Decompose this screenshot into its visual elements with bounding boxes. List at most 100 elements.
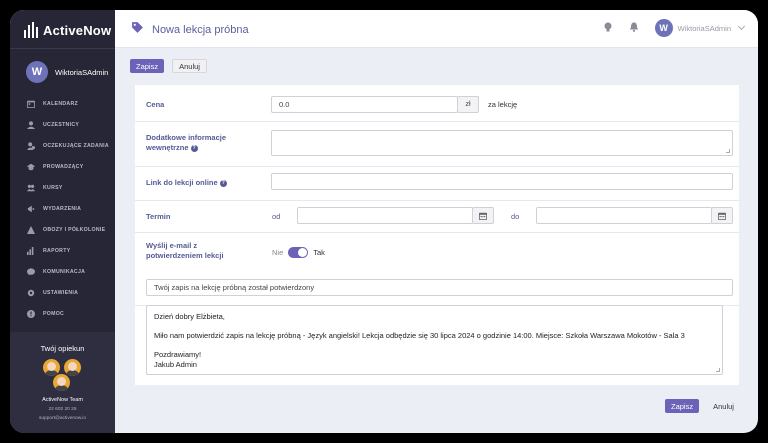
internal-info-textarea[interactable]: [271, 130, 733, 156]
online-link-input[interactable]: [271, 173, 733, 190]
resize-handle[interactable]: [726, 149, 730, 153]
form-row-email-subject: Twój zapis na lekcję próbną został potwi…: [135, 271, 739, 306]
sidebar-item-calendar[interactable]: KALENDARZ: [10, 93, 115, 114]
switch-knob: [298, 248, 308, 257]
sidebar-item-settings[interactable]: USTAWIENIA: [10, 282, 115, 303]
team-member-photo: [63, 359, 81, 376]
sidebar-item-communication[interactable]: KOMUNIKACJA: [10, 261, 115, 282]
send-email-label: Wyślij e-mail z potwierdzeniem lekcji: [146, 241, 224, 261]
price-label: Cena: [146, 100, 165, 109]
user-name: WiktoriaSAdmin: [55, 67, 109, 77]
email-signature: Jakub Admin: [154, 359, 197, 369]
bar-chart-icon: [27, 246, 35, 255]
send-email-toggle: Nie Tak: [272, 247, 325, 258]
online-link-label-text: Link do lekcji online: [146, 178, 218, 187]
save-button[interactable]: Zapisz: [130, 59, 165, 73]
calendar-button[interactable]: [472, 207, 494, 224]
top-toolbar: Zapisz Anuluj: [130, 59, 207, 73]
sidebar-nav: KALENDARZ UCZESTNICY OCZEKUJĄCE ZADANIA …: [10, 93, 115, 324]
account-manager-panel: Twój opiekun ActiveNow Team 22 602 20 25…: [10, 332, 115, 433]
email-closing: Pozdrawiamy!: [154, 350, 202, 360]
price-suffix: za lekcję: [488, 100, 518, 109]
header-user-name: WiktoriaSAdmin: [677, 23, 731, 33]
footer-save-button[interactable]: Zapisz: [665, 399, 700, 413]
gear-icon: [27, 289, 35, 297]
header-user-menu[interactable]: W WiktoriaSAdmin: [654, 19, 746, 37]
tag-icon: [131, 21, 144, 39]
send-email-switch[interactable]: [288, 247, 309, 258]
toggle-off-label: Nie: [272, 248, 284, 257]
device-frame: ActiveNow W WiktoriaSAdmin KALENDARZ UCZ…: [0, 0, 768, 443]
send-email-label-line1: Wyślij e-mail z: [146, 241, 198, 250]
sidebar-item-courses[interactable]: KURSY: [10, 177, 115, 198]
calendar-icon: [479, 212, 487, 220]
sidebar-divider: [10, 48, 115, 49]
calendar-icon: [27, 100, 35, 108]
sidebar-item-label: POMOC: [43, 310, 65, 317]
currency-addon: zł: [457, 96, 479, 113]
internal-info-label: Dodatkowe informacje wewnętrzne ?: [146, 133, 226, 153]
megaphone-icon: [27, 205, 35, 213]
graduation-cap-icon: [27, 163, 35, 171]
term-to-label: do: [511, 212, 520, 221]
calendar-icon: [718, 212, 726, 220]
help-icon[interactable]: ?: [219, 179, 227, 187]
footer-cancel-button[interactable]: Anuluj: [707, 399, 740, 413]
bell-icon[interactable]: [629, 19, 639, 37]
term-to-input[interactable]: [536, 207, 712, 224]
form-row-term: Termin od do: [135, 201, 739, 233]
cancel-button[interactable]: Anuluj: [172, 59, 207, 73]
sidebar-item-camps[interactable]: OBOZY I PÓŁKOLONIE: [10, 219, 115, 240]
sidebar-item-events[interactable]: WYDARZENIA: [10, 198, 115, 219]
help-icon[interactable]: ?: [190, 144, 198, 152]
sidebar-item-label: KALENDARZ: [43, 100, 78, 107]
app-logo[interactable]: ActiveNow: [24, 22, 111, 38]
email-message: Miło nam potwierdzić zapis na lekcję pró…: [154, 331, 685, 341]
term-from-label: od: [272, 212, 281, 221]
lightbulb-icon[interactable]: [603, 19, 613, 37]
help-circle-icon: [27, 309, 35, 318]
team-name: ActiveNow Team: [42, 397, 83, 403]
internal-info-label-line1: Dodatkowe informacje: [146, 133, 227, 142]
team-email[interactable]: support@activenow.io: [10, 416, 115, 421]
user-clock-icon: [27, 141, 35, 150]
sidebar-item-label: KOMUNIKACJA: [43, 268, 86, 275]
email-subject-input[interactable]: Twój zapis na lekcję próbną został potwi…: [146, 279, 733, 296]
form-row-price: Cena 0.0 zł za lekcję: [135, 85, 739, 122]
app-name: ActiveNow: [43, 22, 112, 38]
term-from-input[interactable]: [297, 207, 473, 224]
sidebar-user[interactable]: W WiktoriaSAdmin: [26, 61, 108, 83]
sidebar-item-label: OCZEKUJĄCE ZADANIA: [43, 142, 109, 149]
sidebar-item-participants[interactable]: UCZESTNICY: [10, 114, 115, 135]
sidebar-item-instructors[interactable]: PROWADZĄCY: [10, 156, 115, 177]
sidebar-item-help[interactable]: POMOC: [10, 303, 115, 324]
team-phone[interactable]: 22 602 20 25: [10, 407, 115, 412]
sidebar: ActiveNow W WiktoriaSAdmin KALENDARZ UCZ…: [10, 10, 115, 433]
email-greeting: Dzień dobry Elżbieta,: [154, 312, 225, 321]
price-input[interactable]: 0.0: [271, 96, 458, 113]
calendar-button[interactable]: [711, 207, 733, 224]
chevron-down-icon: [737, 22, 746, 31]
users-icon: [27, 184, 35, 192]
tent-icon: [27, 225, 35, 234]
form-row-online-link: Link do lekcji online ?: [135, 167, 739, 201]
user-icon: [27, 120, 35, 129]
online-link-label: Link do lekcji online ?: [146, 178, 227, 188]
email-body-textarea[interactable]: Dzień dobry Elżbieta, Miło nam potwierdz…: [146, 305, 723, 375]
sidebar-item-label: OBOZY I PÓŁKOLONIE: [43, 226, 106, 233]
resize-handle[interactable]: [716, 368, 720, 372]
sidebar-item-label: USTAWIENIA: [43, 289, 79, 296]
sidebar-item-reports[interactable]: RAPORTY: [10, 240, 115, 261]
account-manager-title: Twój opiekun: [40, 344, 85, 353]
avatar: W: [654, 19, 673, 37]
form-row-send-email: Wyślij e-mail z potwierdzeniem lekcji: [135, 233, 739, 271]
sidebar-item-label: PROWADZĄCY: [43, 163, 84, 170]
app-screen: ActiveNow W WiktoriaSAdmin KALENDARZ UCZ…: [10, 10, 758, 433]
header-actions: W WiktoriaSAdmin: [603, 19, 746, 37]
sidebar-item-pending-tasks[interactable]: OCZEKUJĄCE ZADANIA: [10, 135, 115, 156]
top-header: Nowa lekcja próbna W WiktoriaSAdmin: [115, 10, 758, 48]
sidebar-item-label: WYDARZENIA: [43, 205, 82, 212]
team-photo: [42, 359, 83, 393]
avatar: W: [26, 61, 48, 83]
term-label: Termin: [146, 212, 171, 221]
